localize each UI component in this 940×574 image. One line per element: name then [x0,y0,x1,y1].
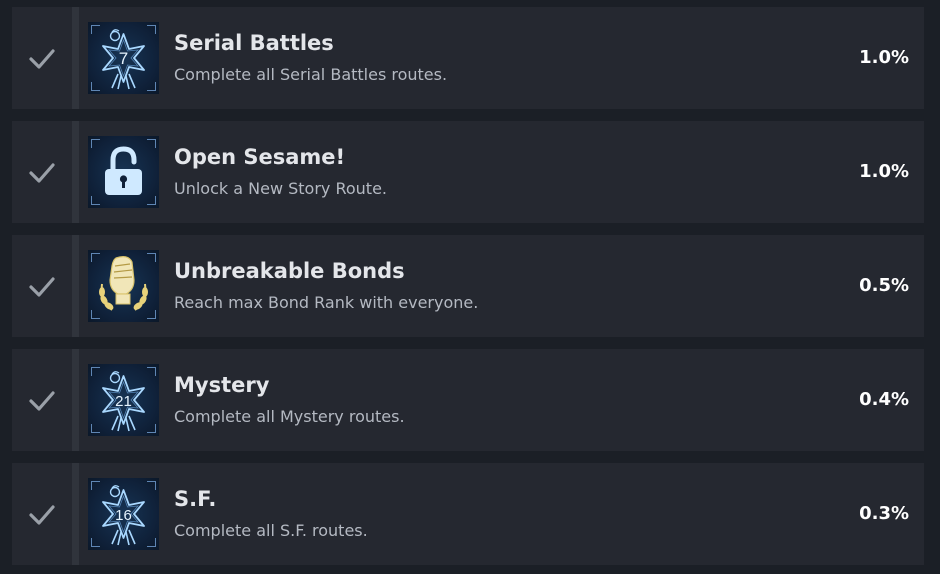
achievement-description: Complete all Serial Battles routes. [174,65,448,84]
unlocked-check-cell [12,349,72,451]
achievement-title: S.F. [174,487,217,511]
unlock-percentage: 1.0% [859,161,909,182]
row-divider [72,463,79,565]
achievement-badge [88,250,159,322]
badge-number: 7 [119,49,128,68]
unlock-percentage: 0.4% [859,389,909,410]
achievement-description: Complete all S.F. routes. [174,521,368,540]
achievement-row-sf[interactable]: 16 S.F. Complete all S.F. routes. 0.3% [12,463,924,565]
checkmark-icon [29,49,55,69]
checkmark-icon [29,505,55,525]
row-divider [72,349,79,451]
checkmark-icon [29,163,55,183]
achievement-title: Serial Battles [174,31,334,55]
row-divider [72,235,79,337]
checkmark-icon [29,391,55,411]
achievement-row-mystery[interactable]: 21 Mystery Complete all Mystery routes. … [12,349,924,451]
padlock-icon [105,146,142,195]
unlock-percentage: 0.3% [859,503,909,524]
achievement-description: Complete all Mystery routes. [174,407,405,426]
achievement-title: Unbreakable Bonds [174,259,405,283]
unlocked-check-cell [12,235,72,337]
achievement-badge [88,136,159,208]
achievement-description: Reach max Bond Rank with everyone. [174,293,479,312]
star-badge-icon: 7 [102,29,145,90]
achievement-description: Unlock a New Story Route. [174,179,387,198]
unlock-percentage: 0.5% [859,275,909,296]
unlocked-check-cell [12,121,72,223]
achievement-list: 7 Serial Battles Complete all Serial Bat… [0,0,940,574]
achievement-row-unbreakable-bonds[interactable]: Unbreakable Bonds Reach max Bond Rank wi… [12,235,924,337]
checkmark-icon [29,277,55,297]
fist-laurel-icon [99,256,148,311]
achievement-title: Mystery [174,373,270,397]
achievement-badge: 16 [88,478,159,550]
unlocked-check-cell [12,7,72,109]
achievement-row-serial-battles[interactable]: 7 Serial Battles Complete all Serial Bat… [12,7,924,109]
row-divider [72,121,79,223]
badge-number: 21 [115,393,132,410]
achievement-badge: 21 [88,364,159,436]
achievement-row-open-sesame[interactable]: Open Sesame! Unlock a New Story Route. 1… [12,121,924,223]
achievement-badge: 7 [88,22,159,94]
row-divider [72,7,79,109]
achievement-title: Open Sesame! [174,145,346,169]
badge-number: 16 [115,507,132,524]
star-badge-icon: 21 [102,371,145,432]
unlocked-check-cell [12,463,72,565]
star-badge-icon: 16 [102,485,145,546]
unlock-percentage: 1.0% [859,47,909,68]
